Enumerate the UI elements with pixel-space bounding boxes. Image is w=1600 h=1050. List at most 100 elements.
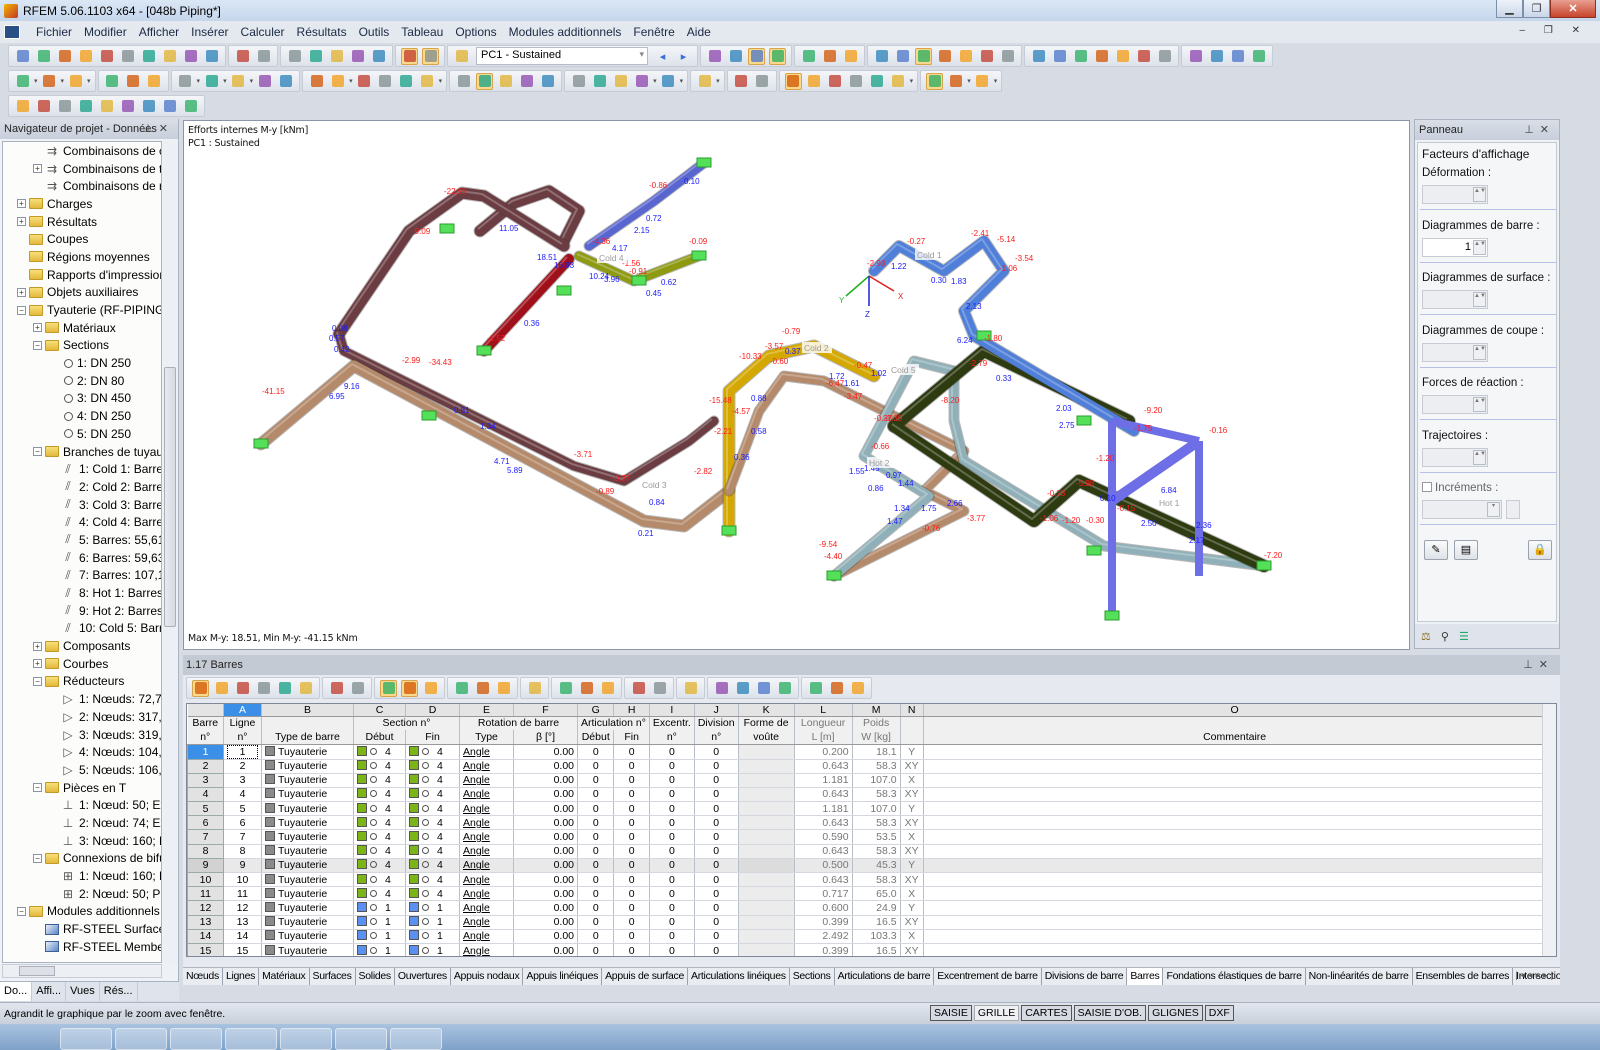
dropdown-arrow-icon[interactable]: ▾ [34,77,38,85]
rotation-type-cell[interactable]: Angle [459,872,514,888]
taskbar-item[interactable] [335,1028,387,1050]
row-number[interactable]: 9 [187,857,224,874]
tree-item[interactable]: ⊥ 2: Nœud: 74; Ex [3,814,161,832]
section-cell[interactable]: 1 [405,943,460,956]
column-letter[interactable]: C [353,704,406,717]
toolbar-button[interactable] [1030,48,1047,65]
tree-item[interactable]: Coupes [3,230,161,248]
section-cell[interactable]: 4 [405,815,460,831]
curve-shape-cell[interactable] [738,943,795,956]
rotation-type-cell[interactable]: Angle [459,744,514,760]
rotation-type-cell[interactable]: Angle [459,900,514,916]
line-cell[interactable]: 8 [223,844,262,859]
tree-item[interactable]: ▷ 1: Nœuds: 72,73 [3,690,161,708]
toolbar-button[interactable] [633,73,650,90]
toolbar-button[interactable] [1187,48,1204,65]
section-cell[interactable]: 4 [405,844,460,859]
row-number[interactable]: 13 [187,914,224,930]
toolbar-button[interactable] [234,48,251,65]
menu-modifier[interactable]: Modifier [78,25,133,39]
line-cell[interactable]: 11 [223,886,262,902]
dropdown-arrow-icon[interactable]: ▾ [967,77,971,85]
div-cell[interactable]: 0 [694,858,739,874]
tree-item[interactable]: Régions moyennes [3,248,161,266]
dropdown-arrow-icon[interactable]: ▾ [910,77,914,85]
toolbar-button[interactable] [578,680,595,697]
tree-item[interactable]: ⫽ 2: Cold 2: Barres [3,478,161,496]
curve-shape-cell[interactable] [738,915,795,930]
tree-item[interactable]: 2: DN 80 [3,372,161,390]
section-cell[interactable]: 4 [353,815,406,831]
mdi-window-controls[interactable]: – ❐ ✕ [1520,25,1588,36]
toolbar-button[interactable] [14,98,31,115]
line-cell[interactable]: 5 [223,801,262,817]
div-cell[interactable]: 0 [694,773,739,788]
tree-item[interactable]: − Tyauterie (RF-PIPING) [3,301,161,319]
ex-cell[interactable]: 0 [649,801,695,817]
section-cell[interactable]: 1 [405,915,460,930]
toolbar-button[interactable] [821,48,838,65]
collapse-icon[interactable]: − [17,305,26,315]
toolbar-button[interactable] [713,680,730,697]
toolbar-button[interactable] [161,98,178,115]
toolbar-button[interactable] [328,48,345,65]
column-letter[interactable]: O [923,704,1547,717]
table-tab-n-uds[interactable]: Nœuds [183,968,223,985]
menu-aide[interactable]: Aide [681,25,717,39]
section-cell[interactable]: 4 [405,872,460,888]
status-toggle-grille[interactable]: GRILLE [973,1005,1020,1021]
toolbar-button[interactable] [56,98,73,115]
comment-cell[interactable] [923,815,1547,831]
section-cell[interactable]: 1 [353,900,406,916]
row-number[interactable]: 7 [187,829,224,845]
column-letter[interactable]: B [261,704,354,717]
toolbar-button[interactable] [734,680,751,697]
toolbar-button[interactable] [401,679,418,697]
tree-item[interactable]: + Courbes [3,655,161,673]
load-case-select[interactable]: PC1 - Sustained [476,47,648,65]
section-cell[interactable]: 4 [353,844,406,859]
comment-cell[interactable] [923,929,1547,944]
panel-pin-close[interactable]: ⊥✕ [1524,123,1555,136]
table-row[interactable]: 8 8 Tuyauterie 4 4 Angle 0.00 0 0 0 0 0.643 58.3 XY [187,843,1547,859]
menu-calculer[interactable]: Calculer [235,25,291,39]
toolbar-button[interactable] [203,48,220,65]
toolbar-button[interactable] [612,73,629,90]
a1-cell[interactable]: 0 [577,759,615,774]
toolbar-button[interactable] [526,680,543,697]
a2-cell[interactable]: 0 [613,915,650,930]
toolbar-button[interactable] [474,680,491,697]
table-row[interactable]: 12 12 Tuyauterie 1 1 Angle 0.00 0 0 0 0 0.600 24.9 Y [187,900,1547,916]
table-row[interactable]: 10 10 Tuyauterie 4 4 Angle 0.00 0 0 0 0 0.643 58.3 XY [187,871,1547,888]
toolbar-button[interactable] [401,47,418,65]
a2-cell[interactable]: 0 [613,872,650,888]
table-tab-ouvertures[interactable]: Ouvertures [395,968,451,985]
toolbar-button[interactable] [476,72,494,90]
div-cell[interactable]: 0 [694,801,739,817]
toolbar-button[interactable] [422,47,439,65]
ex-cell[interactable]: 0 [649,943,695,956]
beta-cell[interactable]: 0.00 [513,829,578,845]
tree-vertical-scrollbar[interactable] [163,141,177,963]
line-cell[interactable]: 10 [223,872,262,888]
curve-shape-cell[interactable] [738,929,795,944]
ex-cell[interactable]: 0 [649,773,695,788]
table-row[interactable]: 9 9 Tuyauterie 4 4 Angle 0.00 0 0 0 0 0.500 45.3 Y [187,857,1547,874]
section-cell[interactable]: 1 [353,915,406,930]
curve-shape-cell[interactable] [738,872,795,888]
toolbar-button[interactable] [98,98,115,115]
line-cell[interactable]: 12 [223,900,262,916]
curve-shape-cell[interactable] [738,829,795,845]
toolbar-button[interactable] [453,48,470,65]
rotation-type-cell[interactable]: Angle [459,886,514,902]
beta-cell[interactable]: 0.00 [513,886,578,902]
curve-shape-cell[interactable] [738,900,795,916]
row-number[interactable]: 12 [187,900,224,916]
member-type-cell[interactable]: Tuyauterie [261,886,354,902]
toolbar-button[interactable] [806,73,823,90]
toolbar-button[interactable] [67,73,84,90]
table-tab-non-lin-arit-s-de-barre[interactable]: Non-linéarités de barre [1306,968,1413,985]
tree-item[interactable]: ▷ 3: Nœuds: 319,3 [3,726,161,744]
toolbar-button[interactable] [192,679,209,697]
toolbar-button[interactable] [1208,48,1225,65]
